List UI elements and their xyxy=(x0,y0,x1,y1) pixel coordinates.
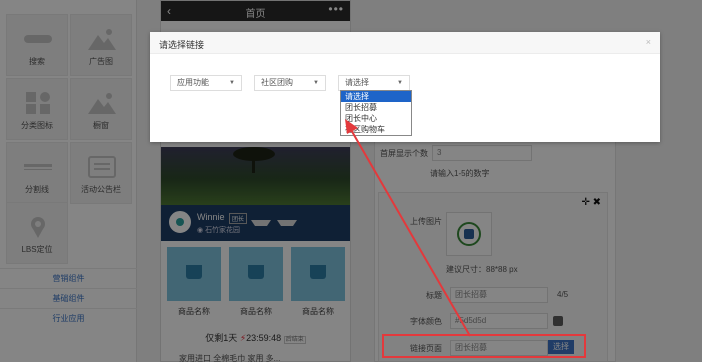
link-select-modal: 请选择链接 × 应用功能 ▼ 社区团购 ▼ 请选择 ▼ 请选择 团长招募 团长中心 社… xyxy=(150,32,660,142)
page-dropdown-list: 请选择 团长招募 团长中心 社区购物车 xyxy=(340,90,412,136)
modal-title: 请选择链接 xyxy=(159,40,205,50)
close-icon[interactable]: × xyxy=(646,37,651,47)
select-app-function[interactable]: 应用功能 ▼ xyxy=(170,75,242,91)
dropdown-option[interactable]: 社区购物车 xyxy=(341,124,411,135)
dropdown-option[interactable]: 请选择 xyxy=(341,91,411,102)
select-value: 社区团购 xyxy=(261,78,293,87)
select-page[interactable]: 请选择 ▼ xyxy=(338,75,410,91)
select-community[interactable]: 社区团购 ▼ xyxy=(254,75,326,91)
caret-down-icon: ▼ xyxy=(229,80,235,86)
select-value: 请选择 xyxy=(345,78,369,87)
caret-down-icon: ▼ xyxy=(313,80,319,86)
modal-header: 请选择链接 × xyxy=(150,32,660,54)
caret-down-icon: ▼ xyxy=(397,80,403,86)
select-value: 应用功能 xyxy=(177,78,209,87)
highlight-box xyxy=(382,334,586,358)
dropdown-option[interactable]: 团长招募 xyxy=(341,102,411,113)
dropdown-option[interactable]: 团长中心 xyxy=(341,113,411,124)
